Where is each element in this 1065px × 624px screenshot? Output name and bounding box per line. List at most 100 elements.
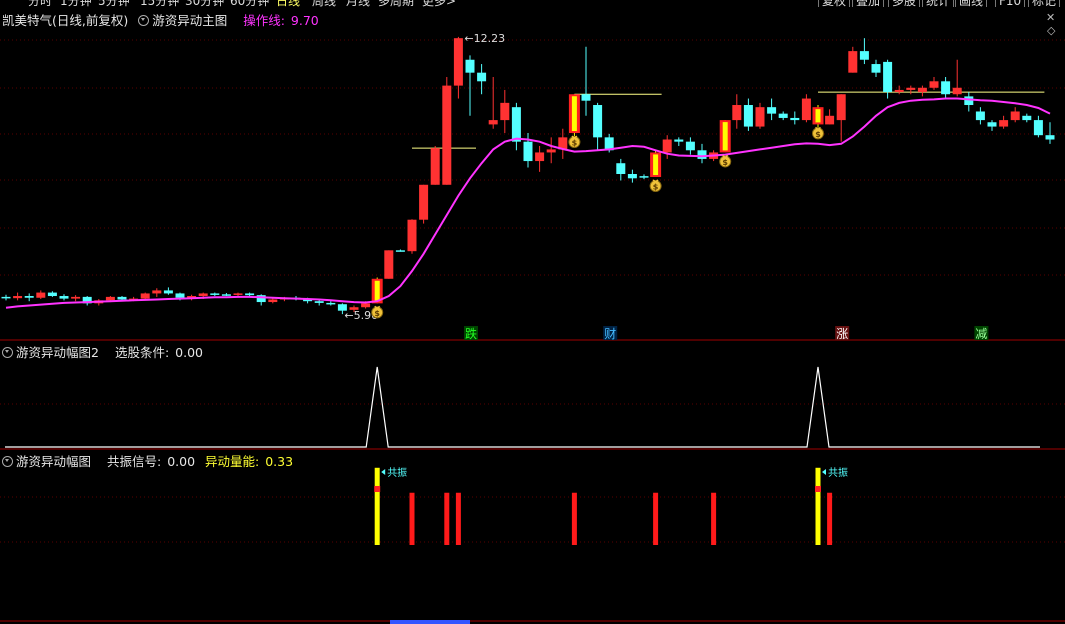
signal-marker: 涨 xyxy=(835,326,850,341)
candle-body xyxy=(152,290,162,294)
candle xyxy=(163,287,173,295)
toolbar-button[interactable]: F10 xyxy=(995,0,1026,7)
pane2-indicator-select[interactable]: 游资异动幅图2 xyxy=(2,345,105,360)
period-tab[interactable]: 60分钟 xyxy=(230,0,269,7)
candle xyxy=(906,85,916,95)
pane3-header: 游资异动幅图 共振信号: 0.00 异动量能: 0.33 xyxy=(2,451,299,470)
toolbar-button[interactable]: 多股 xyxy=(888,0,921,7)
date-cursor-box xyxy=(390,620,470,624)
candle-body xyxy=(778,113,788,118)
period-tab[interactable]: 周线 xyxy=(312,0,336,7)
candle xyxy=(581,46,591,116)
candle xyxy=(719,120,731,153)
candle xyxy=(395,249,405,252)
candle xyxy=(650,150,662,178)
candle xyxy=(13,292,23,301)
toolbar-button[interactable]: 叠加 xyxy=(852,0,885,7)
close-pane-icon[interactable]: ✕ xyxy=(1046,11,1055,24)
candle xyxy=(500,89,510,134)
candle-body xyxy=(59,296,69,299)
candle-body xyxy=(221,294,231,296)
period-tab[interactable]: 5分钟 xyxy=(98,0,130,7)
period-tab[interactable]: 月线 xyxy=(346,0,370,7)
candle-body xyxy=(430,148,440,185)
signal-marker: 财 xyxy=(603,326,618,341)
candle-body xyxy=(163,290,173,294)
period-tab[interactable]: 1分钟 xyxy=(60,0,92,7)
candle xyxy=(71,295,81,302)
candle xyxy=(24,293,34,302)
candle-body xyxy=(1033,120,1043,136)
candle-body xyxy=(361,303,371,308)
money-bag-symbol: $ xyxy=(572,139,578,148)
pane3-indicator-select[interactable]: 游资异动幅图 xyxy=(2,454,97,469)
candle-body xyxy=(616,163,626,174)
chart-stage[interactable]: ←12.23←5.90$$$$$跌财涨减 共振 共振 xyxy=(0,0,1065,624)
candle-body xyxy=(639,176,649,178)
resonance-dot xyxy=(815,486,821,492)
candle-body xyxy=(488,120,498,125)
candle-body xyxy=(627,174,637,179)
candle xyxy=(697,143,707,164)
resonance-flag-icon xyxy=(381,469,386,475)
period-tab[interactable]: 更多> xyxy=(422,0,456,7)
candle xyxy=(407,219,417,254)
candle xyxy=(732,94,742,129)
period-tab[interactable]: 分时 xyxy=(28,0,52,7)
period-tab[interactable]: 30分钟 xyxy=(185,0,224,7)
candle-body xyxy=(743,105,753,127)
candle-body xyxy=(732,105,742,121)
candle xyxy=(883,59,893,99)
indicator-select[interactable]: 游资异动主图 xyxy=(138,13,233,28)
candle-body xyxy=(535,152,545,162)
toolbar-button[interactable]: 标记 xyxy=(1028,0,1061,7)
period-tab[interactable]: 15分钟 xyxy=(140,0,179,7)
period-tab[interactable]: 多周期 xyxy=(378,0,414,7)
candle xyxy=(419,184,429,224)
money-bag-icon: $ xyxy=(812,126,824,140)
candle-body xyxy=(442,85,452,185)
pane3-indicator-name: 游资异动幅图 xyxy=(16,454,92,469)
candle xyxy=(326,301,336,306)
candle-body xyxy=(674,139,684,142)
candle xyxy=(430,145,440,185)
candle xyxy=(210,292,220,297)
money-bag-icon: $ xyxy=(649,179,662,193)
candle xyxy=(767,98,777,121)
signal-marker-text: 涨 xyxy=(836,326,848,341)
candle xyxy=(859,38,869,65)
toolbar-button[interactable]: 复权 xyxy=(818,0,851,7)
selection-condition-pane[interactable] xyxy=(5,366,1040,448)
collapse-pane-icon[interactable]: ◇ xyxy=(1047,24,1055,37)
candle-body xyxy=(268,299,278,303)
volume-bar xyxy=(444,492,450,545)
main-pane[interactable]: ←12.23←5.90$$$$$跌财涨减 xyxy=(1,32,1055,341)
resonance-label: 共振 xyxy=(387,466,407,479)
candle xyxy=(546,137,556,164)
stock-name: 凯美特气(日线,前复权) xyxy=(2,13,129,28)
candle xyxy=(47,291,57,297)
period-tab[interactable]: 日线 xyxy=(276,0,300,7)
candle xyxy=(755,102,765,129)
volume-bar xyxy=(815,467,821,545)
toolbar-button[interactable]: 画线 xyxy=(955,0,988,7)
candle-body xyxy=(662,139,672,153)
candle-body xyxy=(1,296,11,299)
toolbar-button[interactable]: 统计 xyxy=(922,0,955,7)
candle xyxy=(685,137,695,155)
candle-body xyxy=(500,102,510,121)
volume-resonance-pane[interactable]: 共振 共振 xyxy=(374,466,848,624)
candle-body xyxy=(906,87,916,90)
candle xyxy=(1033,115,1043,138)
candle-body xyxy=(1045,135,1055,140)
candle xyxy=(1045,122,1055,144)
money-bag-icon: $ xyxy=(371,305,384,319)
candle-body xyxy=(453,38,463,86)
candle-body xyxy=(71,296,81,299)
candle-body xyxy=(975,111,985,121)
candle-body xyxy=(326,302,336,305)
candle-body xyxy=(790,117,800,121)
candle xyxy=(778,111,788,121)
candle-body xyxy=(801,98,811,121)
dropdown-icon xyxy=(2,456,13,467)
